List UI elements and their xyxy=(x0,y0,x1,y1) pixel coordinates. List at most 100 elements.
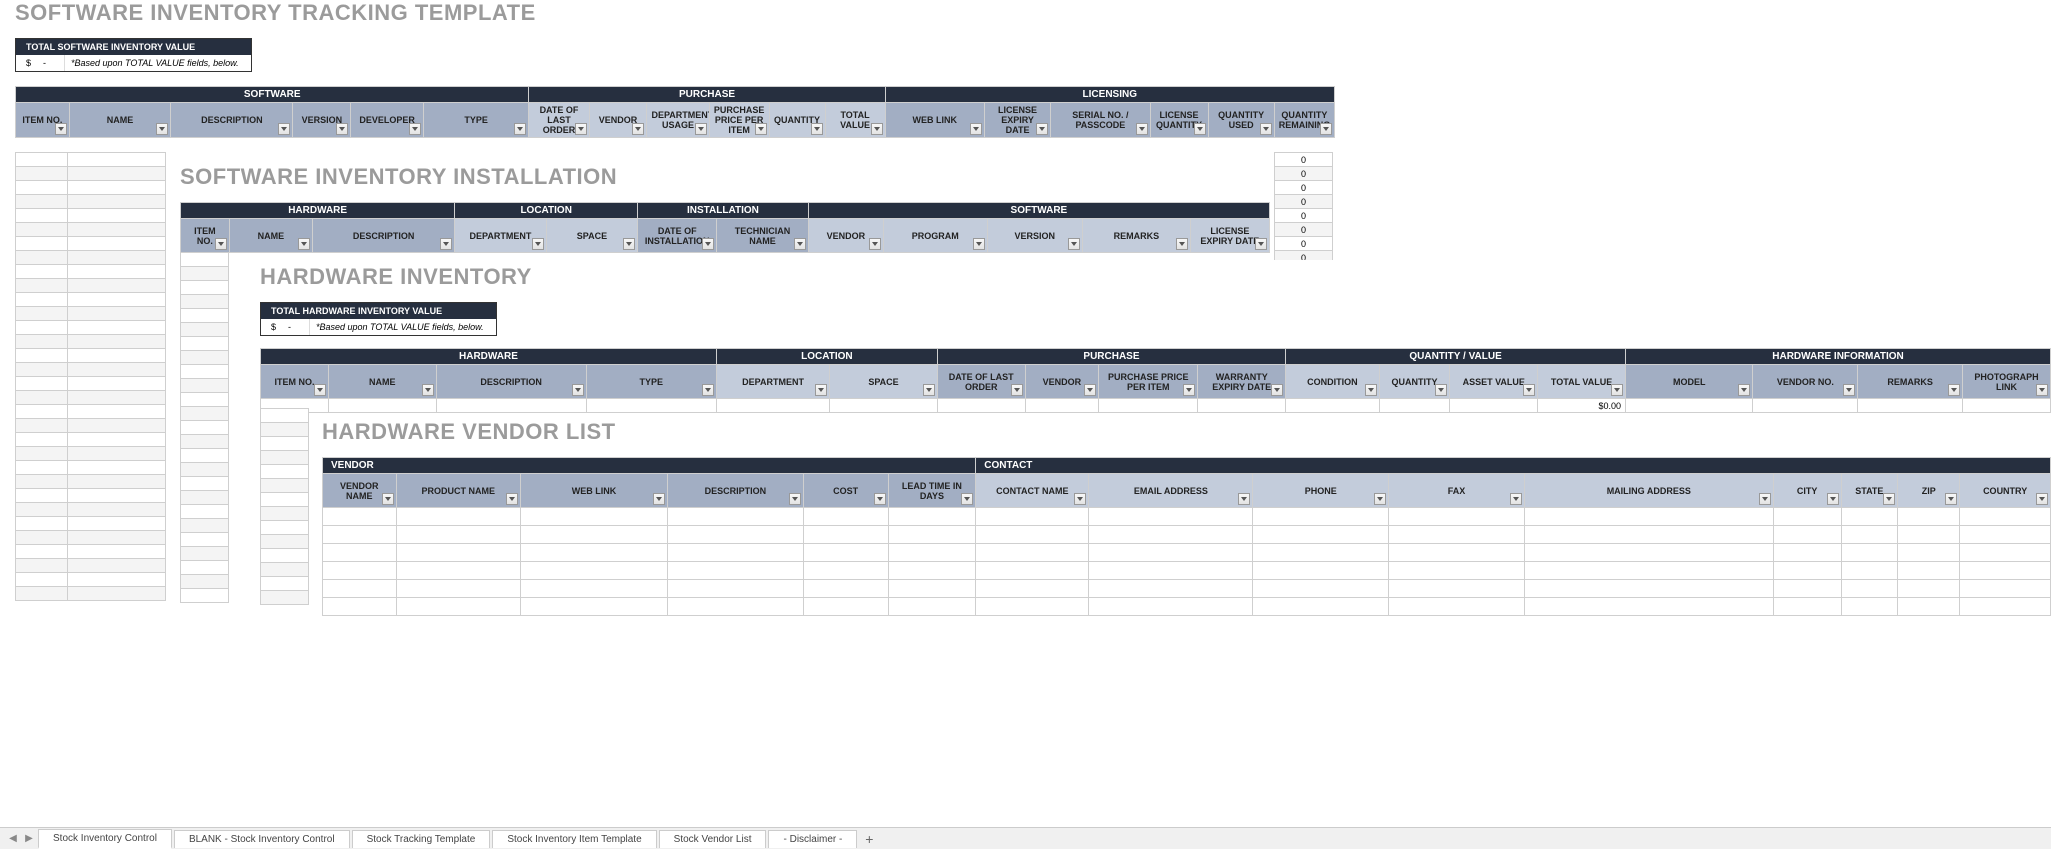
filter-icon[interactable] xyxy=(440,238,452,250)
table-row[interactable] xyxy=(181,547,229,561)
filter-icon[interactable] xyxy=(1084,384,1096,396)
filter-icon[interactable] xyxy=(506,493,518,505)
table-row[interactable] xyxy=(323,562,2051,580)
table-row[interactable] xyxy=(261,591,309,605)
table-row[interactable] xyxy=(16,321,166,335)
filter-icon[interactable] xyxy=(702,238,714,250)
table-row[interactable] xyxy=(181,533,229,547)
filter-icon[interactable] xyxy=(1523,384,1535,396)
table-row[interactable] xyxy=(16,503,166,517)
tab-stock-tracking-template[interactable]: Stock Tracking Template xyxy=(352,830,491,848)
tab-blank-stock-inventory-control[interactable]: BLANK - Stock Inventory Control xyxy=(174,830,350,848)
table-row[interactable] xyxy=(16,279,166,293)
filter-icon[interactable] xyxy=(298,238,310,250)
table-row[interactable] xyxy=(261,423,309,437)
table-row[interactable] xyxy=(16,167,166,181)
table-row[interactable] xyxy=(16,531,166,545)
table-row[interactable] xyxy=(261,549,309,563)
table-row[interactable] xyxy=(181,491,229,505)
filter-icon[interactable] xyxy=(695,123,707,135)
filter-icon[interactable] xyxy=(55,123,67,135)
filter-icon[interactable] xyxy=(1320,123,1332,135)
table-row[interactable] xyxy=(181,435,229,449)
table-row[interactable] xyxy=(181,589,229,603)
table-row[interactable] xyxy=(181,337,229,351)
filter-icon[interactable] xyxy=(1136,123,1148,135)
table-row[interactable] xyxy=(16,545,166,559)
table-row[interactable] xyxy=(16,447,166,461)
filter-icon[interactable] xyxy=(794,238,806,250)
table-row[interactable]: 0 xyxy=(1275,181,1333,195)
table-row[interactable]: 0 xyxy=(1275,167,1333,181)
table-row[interactable] xyxy=(181,407,229,421)
table-row[interactable] xyxy=(181,365,229,379)
table-row[interactable] xyxy=(181,575,229,589)
table-row[interactable] xyxy=(261,409,309,423)
filter-icon[interactable] xyxy=(1068,238,1080,250)
table-row[interactable] xyxy=(16,489,166,503)
filter-icon[interactable] xyxy=(409,123,421,135)
table-row[interactable] xyxy=(261,465,309,479)
filter-icon[interactable] xyxy=(815,384,827,396)
filter-icon[interactable] xyxy=(1611,384,1623,396)
tab-nav-next-icon[interactable]: ▶ xyxy=(22,832,36,846)
filter-icon[interactable] xyxy=(923,384,935,396)
table-row[interactable] xyxy=(181,477,229,491)
table-row[interactable] xyxy=(261,507,309,521)
tab-stock-inventory-item-template[interactable]: Stock Inventory Item Template xyxy=(492,830,656,848)
filter-icon[interactable] xyxy=(1176,238,1188,250)
filter-icon[interactable] xyxy=(382,493,394,505)
filter-icon[interactable] xyxy=(871,123,883,135)
filter-icon[interactable] xyxy=(653,493,665,505)
table-row[interactable] xyxy=(16,517,166,531)
tab-nav-prev-icon[interactable]: ◀ xyxy=(6,832,20,846)
table-row[interactable] xyxy=(181,449,229,463)
table-row[interactable] xyxy=(181,323,229,337)
filter-icon[interactable] xyxy=(2036,384,2048,396)
filter-icon[interactable] xyxy=(1365,384,1377,396)
filter-icon[interactable] xyxy=(1011,384,1023,396)
table-row[interactable] xyxy=(181,519,229,533)
table-row[interactable] xyxy=(323,526,2051,544)
filter-icon[interactable] xyxy=(869,238,881,250)
table-row[interactable] xyxy=(181,295,229,309)
table-row[interactable] xyxy=(261,479,309,493)
table-row[interactable] xyxy=(181,463,229,477)
table-row[interactable] xyxy=(16,405,166,419)
table-row[interactable] xyxy=(16,335,166,349)
table-row[interactable] xyxy=(16,587,166,601)
table-row[interactable] xyxy=(181,505,229,519)
filter-icon[interactable] xyxy=(278,123,290,135)
filter-icon[interactable] xyxy=(1036,123,1048,135)
filter-icon[interactable] xyxy=(2036,493,2048,505)
table-row[interactable] xyxy=(323,598,2051,616)
table-row[interactable] xyxy=(16,251,166,265)
table-row[interactable] xyxy=(16,349,166,363)
filter-icon[interactable] xyxy=(961,493,973,505)
table-row[interactable] xyxy=(16,153,166,167)
filter-icon[interactable] xyxy=(1074,493,1086,505)
table-row[interactable] xyxy=(16,195,166,209)
filter-icon[interactable] xyxy=(755,123,767,135)
tab-disclaimer[interactable]: - Disclaimer - xyxy=(768,830,857,848)
table-row[interactable] xyxy=(261,521,309,535)
filter-icon[interactable] xyxy=(1510,493,1522,505)
filter-icon[interactable] xyxy=(623,238,635,250)
table-row[interactable] xyxy=(181,379,229,393)
table-row[interactable] xyxy=(323,580,2051,598)
table-row[interactable] xyxy=(16,237,166,251)
filter-icon[interactable] xyxy=(1183,384,1195,396)
table-row[interactable] xyxy=(261,563,309,577)
table-row[interactable] xyxy=(261,437,309,451)
table-row[interactable] xyxy=(261,577,309,591)
filter-icon[interactable] xyxy=(572,384,584,396)
filter-icon[interactable] xyxy=(1255,238,1267,250)
filter-icon[interactable] xyxy=(1945,493,1957,505)
table-row[interactable]: 0 xyxy=(1275,223,1333,237)
table-row[interactable] xyxy=(16,419,166,433)
filter-icon[interactable] xyxy=(702,384,714,396)
table-row[interactable] xyxy=(16,377,166,391)
filter-icon[interactable] xyxy=(156,123,168,135)
table-row[interactable] xyxy=(16,573,166,587)
table-row[interactable]: 0 xyxy=(1275,237,1333,251)
